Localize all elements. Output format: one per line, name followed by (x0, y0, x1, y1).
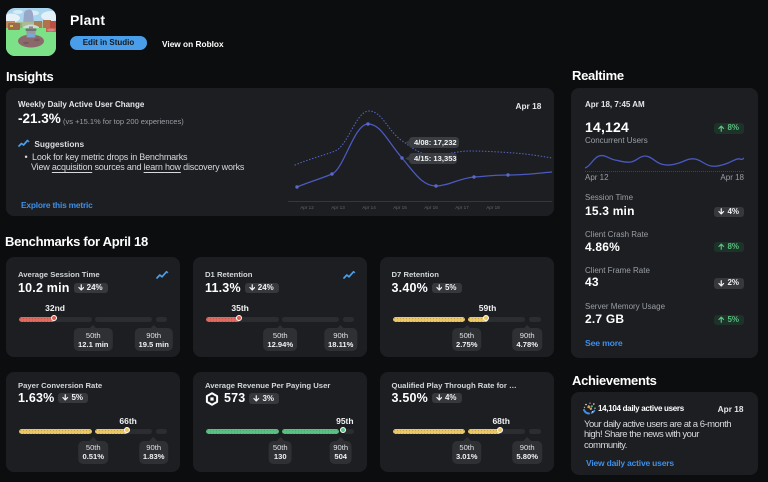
svg-text:Apr 14: Apr 14 (362, 205, 376, 210)
svg-text:Apr 13: Apr 13 (331, 205, 345, 210)
svg-text:Apr 16: Apr 16 (424, 205, 438, 210)
svg-text:Apr 18: Apr 18 (486, 205, 500, 210)
svg-text:Apr 12: Apr 12 (300, 205, 314, 210)
svg-text:Apr 17: Apr 17 (455, 205, 469, 210)
svg-text:4/15: 13,353: 4/15: 13,353 (414, 154, 457, 163)
svg-text:Apr 15: Apr 15 (393, 205, 407, 210)
svg-text:4/08: 17,232: 4/08: 17,232 (414, 138, 457, 147)
